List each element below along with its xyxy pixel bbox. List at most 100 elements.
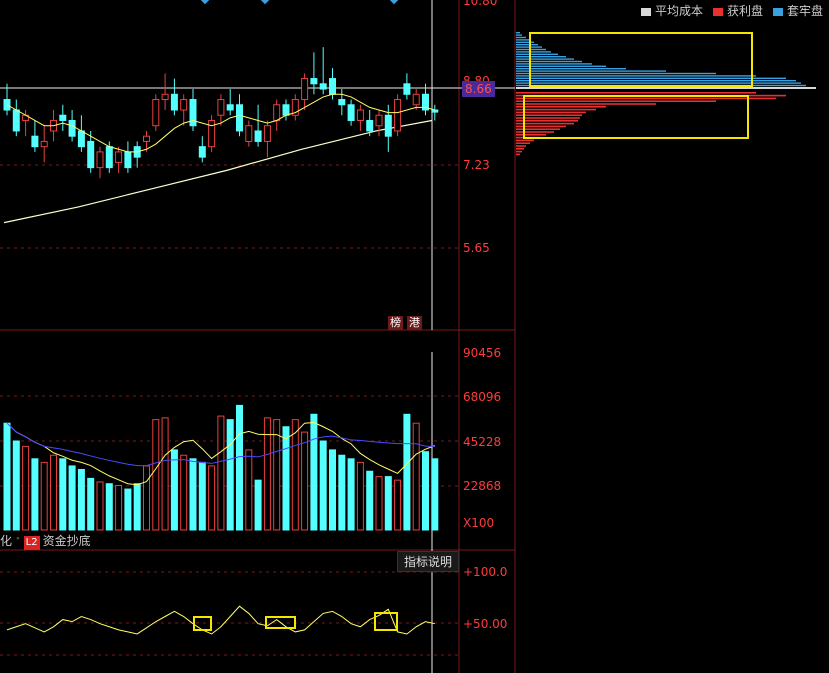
profile-bar-trapped [516, 41, 534, 43]
candle-body [236, 104, 243, 132]
profile-bar-trapped [516, 32, 520, 34]
candle-body [412, 93, 420, 106]
volume-bar [375, 476, 383, 531]
volume-bar [366, 470, 374, 531]
indicator-name[interactable]: 资金抄底 [43, 534, 91, 548]
profile-bar-trapped [516, 63, 592, 65]
volume-bar [133, 483, 141, 531]
volume-bar [217, 415, 225, 531]
candle-body [77, 130, 85, 148]
volume-bar [3, 422, 11, 531]
volume-bar [170, 449, 178, 531]
candle-body [347, 104, 355, 121]
indicator-line [6, 605, 435, 635]
indicator-left-text[interactable]: 化 [0, 534, 12, 548]
candle-body [254, 130, 262, 142]
profile-bar-profit [516, 142, 530, 144]
candle-body [226, 104, 234, 111]
profile-bar-profit [516, 103, 656, 105]
candle-body [208, 119, 216, 148]
candle-body [161, 93, 169, 101]
chart-canvas [0, 0, 816, 673]
volume-axis-label: 45228 [463, 435, 502, 449]
profile-bar-trapped [516, 36, 526, 39]
volume-bar [152, 419, 160, 531]
volume-bar [198, 461, 206, 531]
volume-bar [59, 458, 67, 531]
volume-bar [412, 422, 420, 531]
candle-body [273, 104, 281, 121]
volume-bar [180, 454, 188, 531]
legend-item-trapped: 套牢盘 [772, 2, 823, 19]
volume-bar [124, 488, 132, 531]
candle-body [198, 146, 206, 158]
volume-bar [96, 481, 104, 531]
profile-bar-trapped [516, 53, 558, 55]
volume-bar [319, 440, 327, 531]
candle-body [394, 99, 402, 132]
volume-bar [226, 419, 234, 531]
profile-bar-trapped [516, 39, 530, 41]
tag-bang[interactable]: 榜 [388, 316, 403, 330]
candle-body [115, 151, 123, 163]
volume-bar [40, 461, 48, 531]
volume-bar [12, 440, 20, 531]
profile-bar-profit [516, 92, 756, 94]
volume-bar [394, 479, 402, 531]
candle-body [40, 140, 48, 148]
candle-body [143, 135, 150, 142]
indicator-axis-label: +50.00 [463, 617, 508, 631]
volume-axis-label: 22868 [463, 479, 502, 493]
profile-bar-trapped [516, 44, 538, 46]
legend-item-profit: 获利盘 [712, 2, 763, 19]
volume-bars [3, 404, 439, 531]
profile-bar-profit [516, 134, 546, 136]
price-axis-label: 7.23 [463, 158, 490, 172]
profile-bar-trapped [516, 34, 522, 36]
legend: 平均成本 获利盘 套牢盘 [640, 2, 823, 19]
volume-profile [516, 32, 816, 156]
profile-bar-trapped [516, 77, 786, 79]
candle-body [170, 93, 178, 111]
volume-bar [77, 468, 85, 531]
volume-bar [403, 413, 411, 531]
volume-axis-label: 90456 [463, 346, 502, 360]
volume-bar [422, 451, 429, 531]
highlight-boxes [193, 32, 753, 631]
event-marker [260, 0, 270, 5]
current-price-badge: 8.66 [462, 81, 495, 97]
profile-bar-profit [516, 111, 586, 114]
volume-bar [310, 413, 318, 531]
profile-bar-profit [516, 120, 578, 122]
volume-unit-label: X100 [463, 516, 495, 530]
indicator-axis-label: +100.0 [463, 565, 508, 579]
candle-body [431, 109, 439, 113]
volume-bar [291, 419, 299, 531]
candle-body [310, 78, 318, 85]
candle-body [356, 109, 364, 121]
profile-bar-trapped [516, 72, 716, 75]
candle-body [338, 99, 346, 106]
profile-bar-profit [516, 139, 534, 142]
candle-body [152, 99, 160, 127]
profile-bar-trapped [516, 51, 551, 53]
ma-long-line [3, 119, 432, 224]
candle-body [375, 114, 383, 127]
tag-gang[interactable]: 港 [407, 316, 422, 330]
volume-bar [115, 485, 123, 531]
profile-bar-profit [516, 131, 554, 133]
volume-bar [50, 454, 57, 531]
price-axis-top-label: 10.80 [463, 0, 498, 8]
profile-bar-profit [516, 114, 582, 116]
grid-lines [0, 0, 516, 673]
profile-bar-trapped [516, 82, 801, 84]
volume-bar [273, 419, 281, 531]
profile-avg-cost [516, 87, 816, 89]
profile-bar-profit [516, 100, 716, 102]
profile-bar-profit [516, 108, 596, 111]
volume-bar [356, 461, 364, 531]
volume-axis-label: 68096 [463, 390, 502, 404]
profile-bar-trapped [516, 80, 796, 82]
indicator-help-button[interactable]: 指标说明 [397, 551, 460, 572]
candle-body [12, 109, 20, 132]
